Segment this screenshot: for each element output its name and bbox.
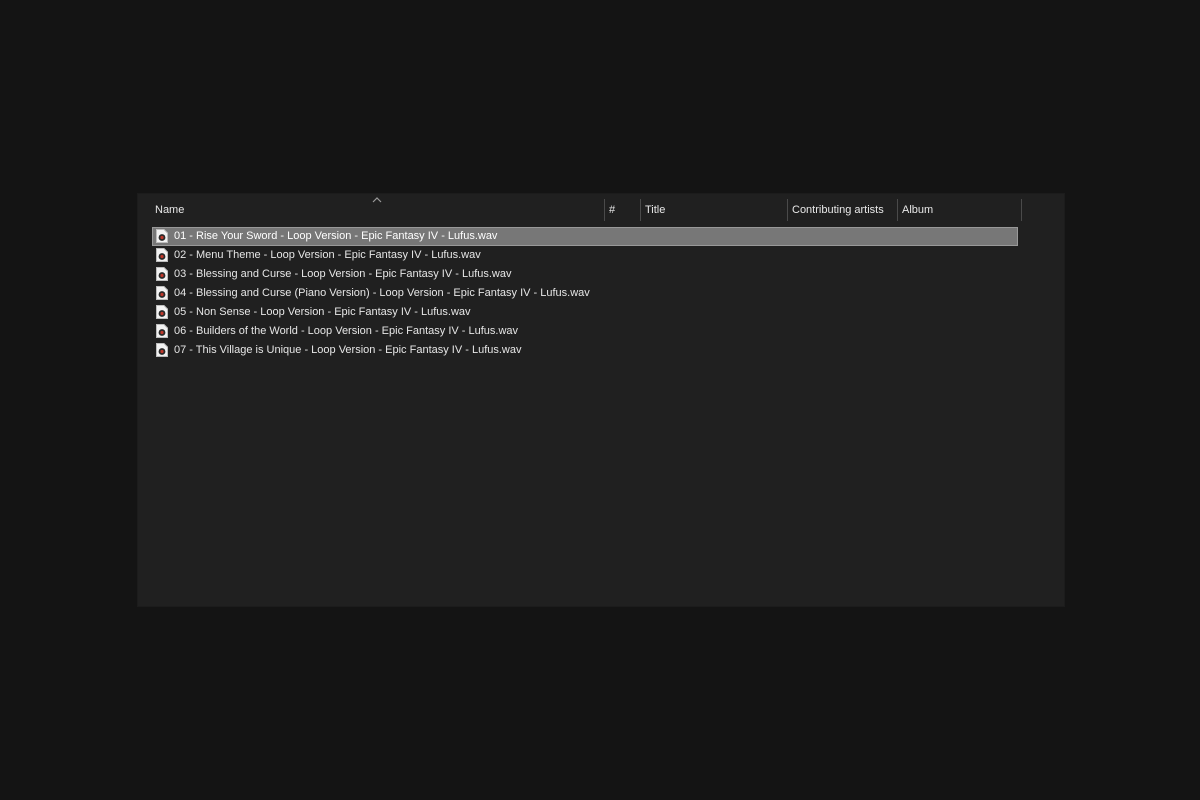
- audio-file-icon: [156, 305, 168, 319]
- file-name: 01 - Rise Your Sword - Loop Version - Ep…: [174, 230, 498, 242]
- file-name: 07 - This Village is Unique - Loop Versi…: [174, 344, 522, 356]
- file-name: 03 - Blessing and Curse - Loop Version -…: [174, 268, 512, 280]
- file-row[interactable]: 07 - This Village is Unique - Loop Versi…: [152, 341, 1018, 360]
- column-divider[interactable]: [1021, 199, 1022, 221]
- column-header-number[interactable]: #: [604, 193, 640, 225]
- file-row[interactable]: 03 - Blessing and Curse - Loop Version -…: [152, 265, 1018, 284]
- file-row[interactable]: 01 - Rise Your Sword - Loop Version - Ep…: [152, 227, 1018, 246]
- audio-file-icon: [156, 343, 168, 357]
- file-row[interactable]: 05 - Non Sense - Loop Version - Epic Fan…: [152, 303, 1018, 322]
- audio-file-icon: [156, 286, 168, 300]
- file-name: 02 - Menu Theme - Loop Version - Epic Fa…: [174, 249, 481, 261]
- file-name: 05 - Non Sense - Loop Version - Epic Fan…: [174, 306, 471, 318]
- file-explorer-pane: Name # Title Contributing artists Album …: [137, 193, 1065, 607]
- audio-file-icon: [156, 267, 168, 281]
- column-header-title[interactable]: Title: [640, 193, 787, 225]
- file-row[interactable]: 02 - Menu Theme - Loop Version - Epic Fa…: [152, 246, 1018, 265]
- audio-file-icon: [156, 248, 168, 262]
- details-header: Name # Title Contributing artists Album: [137, 193, 1065, 225]
- file-row[interactable]: 04 - Blessing and Curse (Piano Version) …: [152, 284, 1018, 303]
- column-header-contributing-artists[interactable]: Contributing artists: [787, 193, 897, 225]
- file-row[interactable]: 06 - Builders of the World - Loop Versio…: [152, 322, 1018, 341]
- file-name: 06 - Builders of the World - Loop Versio…: [174, 325, 519, 337]
- file-list: 01 - Rise Your Sword - Loop Version - Ep…: [152, 227, 1018, 360]
- audio-file-icon: [156, 324, 168, 338]
- audio-file-icon: [156, 229, 168, 243]
- column-header-album[interactable]: Album: [897, 193, 1022, 225]
- file-name: 04 - Blessing and Curse (Piano Version) …: [174, 287, 590, 299]
- column-header-name[interactable]: Name: [150, 193, 604, 225]
